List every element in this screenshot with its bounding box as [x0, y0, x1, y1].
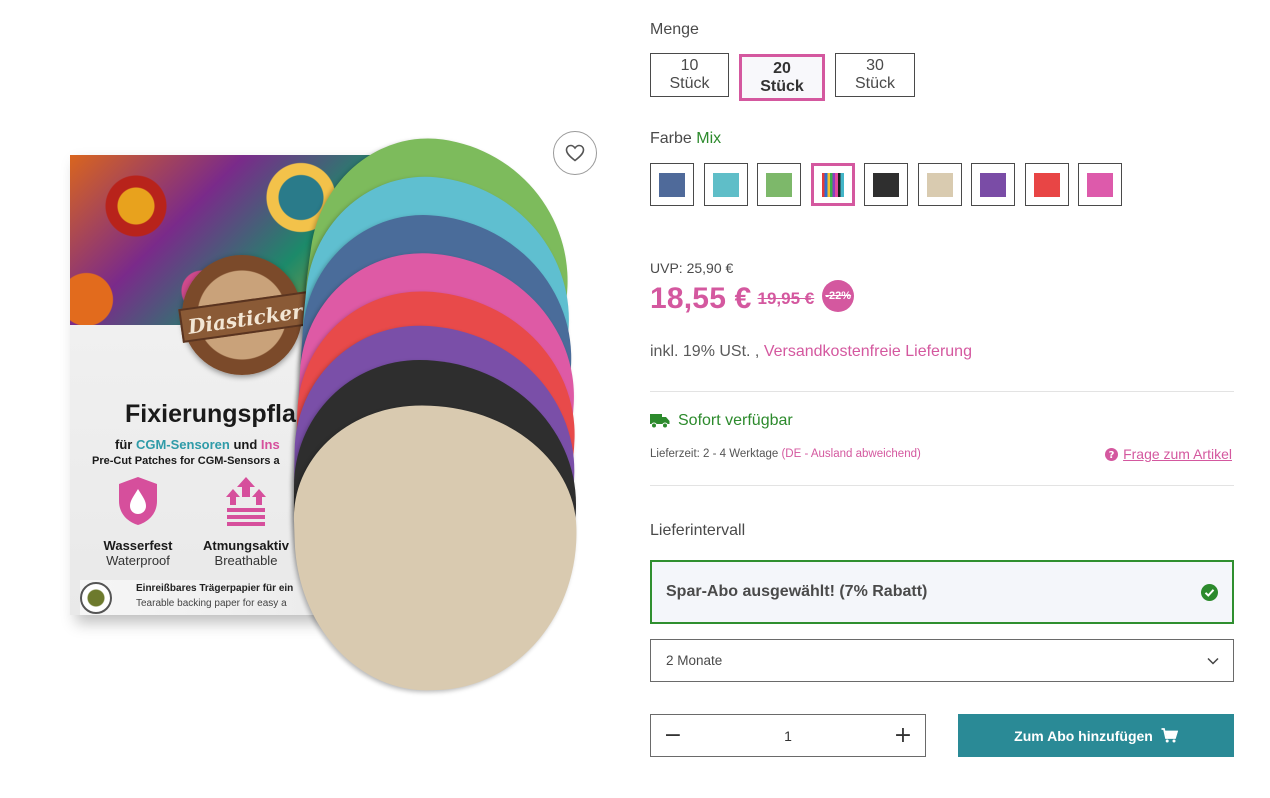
quantity-value[interactable]: 1 [695, 728, 881, 744]
quantity-options: 10 Stück 20 Stück 30 Stück [650, 53, 925, 101]
interval-select[interactable]: 2 Monate [650, 639, 1234, 682]
question-link[interactable]: ? Frage zum Artikel [1105, 446, 1232, 462]
current-price: 18,55 € [650, 282, 752, 315]
package-subtitle-und: und [229, 437, 261, 452]
chevron-down-icon [1207, 657, 1219, 665]
feature-waterproof-en: Waterproof [106, 553, 170, 568]
tax-info: inkl. 19% USt. , Versandkostenfreie Lief… [650, 343, 972, 361]
add-to-subscription-button[interactable]: Zum Abo hinzufügen [958, 714, 1234, 757]
sensor-icon [80, 582, 112, 614]
swatch-chip-purple [980, 172, 1006, 197]
decrease-button[interactable]: − [651, 715, 695, 756]
availability: Sofort verfügbar [650, 412, 793, 430]
truck-icon [650, 414, 670, 429]
swatch-chip-green [766, 172, 792, 197]
delivery-time: Lieferzeit: 2 - 4 Werktage (DE - Ausland… [650, 448, 921, 460]
swatch-black[interactable] [864, 163, 908, 206]
feature-waterproof-de: Wasserfest [103, 538, 173, 553]
add-to-subscription-label: Zum Abo hinzufügen [1014, 727, 1153, 744]
swatch-blue[interactable] [650, 163, 694, 206]
cart-icon [1161, 728, 1178, 743]
feature-waterproof: Wasserfest Waterproof [88, 475, 188, 568]
feature-breathable-en: Breathable [214, 553, 278, 568]
package-title: Fixierungspfla [125, 400, 296, 428]
swatch-mix[interactable] [810, 163, 855, 206]
swatch-chip-pink [1087, 172, 1113, 197]
feature-breathable: Atmungsaktiv Breathable [196, 475, 296, 568]
heart-outline-icon [565, 144, 585, 162]
subscription-option-text: Spar-Abo ausgewählt! (7% Rabatt) [666, 583, 928, 600]
package-subtitle-ins: Ins [260, 437, 280, 452]
interval-label: Lieferintervall [650, 522, 746, 539]
svg-text:?: ? [1109, 450, 1115, 461]
quantity-option-20[interactable]: 20 Stück [739, 54, 825, 101]
waterproof-icon [119, 477, 157, 525]
uvp-price: UVP: 25,90 € [650, 260, 734, 276]
shipping-link[interactable]: Versandkostenfreie Lieferung [764, 343, 972, 360]
swatch-pink[interactable] [1078, 163, 1122, 206]
divider [650, 391, 1234, 392]
availability-status: Sofort verfügbar [678, 412, 793, 429]
divider [650, 485, 1234, 486]
strip-text-en: Tearable backing paper for easy a [136, 598, 287, 609]
swatch-green[interactable] [757, 163, 801, 206]
subscription-option[interactable]: Spar-Abo ausgewählt! (7% Rabatt) [650, 560, 1234, 624]
package-subtitle-cgm: CGM-Sensoren [135, 437, 230, 452]
color-selected-value: Mix [696, 130, 722, 147]
swatch-turquoise[interactable] [703, 163, 748, 206]
color-label-text: Farbe [650, 130, 692, 147]
increase-button[interactable]: + [881, 715, 925, 756]
delivery-time-text: Lieferzeit: 2 - 4 Werktage [650, 448, 779, 460]
old-price: 19,95 € [757, 289, 815, 308]
swatch-chip-red [1033, 172, 1060, 197]
swatch-chip-turquoise [712, 172, 739, 197]
check-circle-icon [1201, 583, 1218, 601]
swatch-beige[interactable] [917, 163, 962, 206]
swatch-red[interactable] [1024, 163, 1069, 206]
package-subtitle-prefix: für [115, 437, 136, 452]
interval-select-value: 2 Monate [666, 653, 723, 668]
discount-badge: -22% [822, 280, 855, 312]
feature-breathable-de: Atmungsaktiv [203, 538, 289, 553]
product-image: Diasticker Fixierungspfla für CGM-Sensor… [40, 120, 610, 710]
color-swatches [650, 163, 1132, 206]
quantity-option-10[interactable]: 10 Stück [650, 53, 729, 97]
price-row: 18,55 € 19,95 € -22% [650, 280, 855, 316]
strip-text-de: Einreißbares Trägerpapier für ein [136, 583, 294, 594]
breathable-icon [226, 477, 266, 526]
wishlist-button[interactable] [553, 131, 597, 175]
quantity-label: Menge [650, 21, 699, 38]
quantity-stepper: − 1 + [650, 714, 926, 757]
swatch-chip-mix [821, 172, 844, 197]
question-circle-icon: ? [1105, 447, 1119, 461]
swatch-chip-blue [659, 172, 685, 197]
swatch-purple[interactable] [971, 163, 1015, 206]
quantity-option-30[interactable]: 30 Stück [835, 53, 915, 97]
swatch-chip-black [873, 172, 899, 197]
package-subtitle-en: Pre-Cut Patches for CGM-Sensors a [92, 455, 280, 467]
package-subtitle: für CGM-Sensoren und Ins [115, 437, 280, 452]
color-label: Farbe Mix [650, 130, 721, 148]
swatch-chip-beige [926, 172, 953, 197]
question-link-text: Frage zum Artikel [1123, 446, 1232, 462]
tax-text: inkl. 19% USt. , [650, 343, 760, 360]
delivery-note: (DE - Ausland abweichend) [781, 448, 921, 460]
